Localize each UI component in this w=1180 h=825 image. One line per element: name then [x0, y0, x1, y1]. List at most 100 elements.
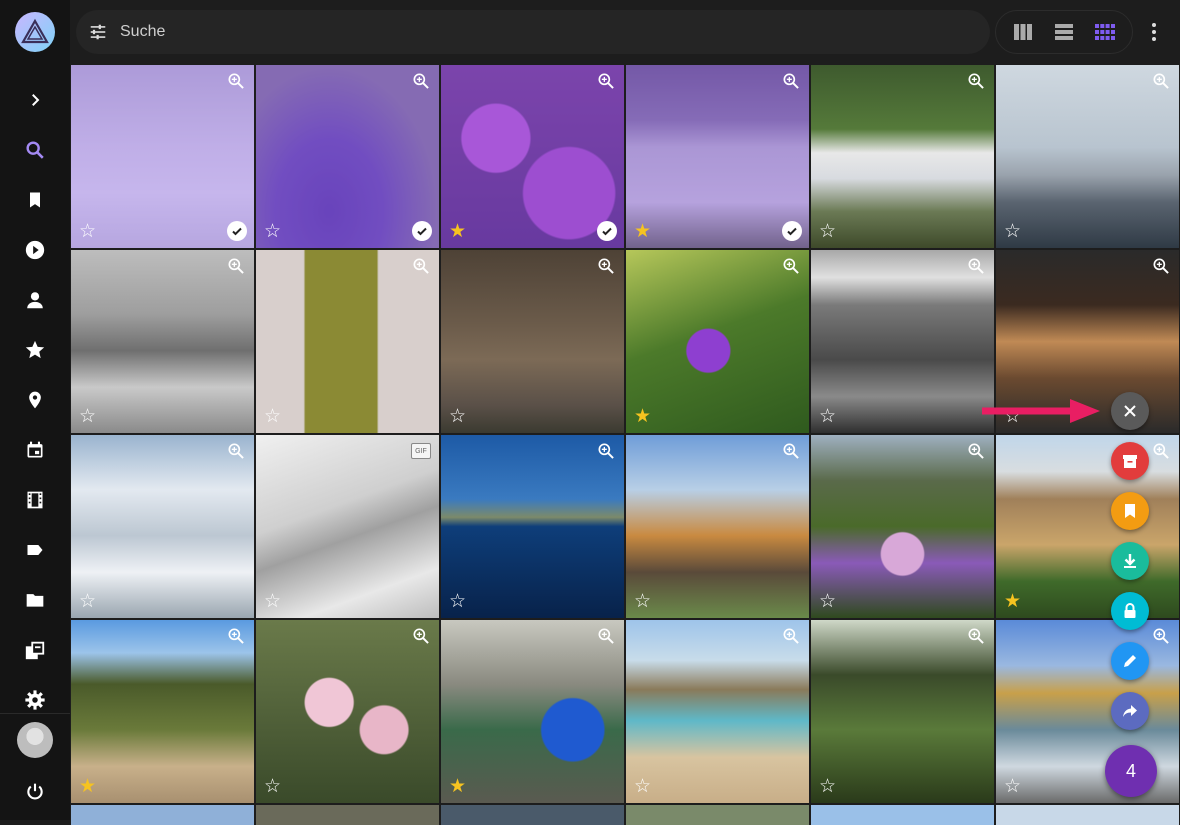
settings-icon[interactable] — [0, 680, 70, 720]
archive-button[interactable] — [1111, 442, 1149, 480]
zoom-icon[interactable] — [411, 626, 431, 646]
favorite-star-icon[interactable]: ★ — [449, 222, 466, 242]
zoom-icon[interactable] — [596, 256, 616, 276]
person-icon[interactable] — [0, 280, 70, 320]
photo-tile[interactable]: ★ — [626, 65, 809, 248]
photo-tile[interactable] — [441, 805, 624, 825]
star-outline-icon[interactable]: ☆ — [449, 592, 466, 612]
zoom-icon[interactable] — [1151, 626, 1171, 646]
logout-icon[interactable] — [0, 772, 70, 812]
download-button[interactable] — [1111, 542, 1149, 580]
zoom-icon[interactable] — [411, 256, 431, 276]
star-outline-icon[interactable]: ☆ — [819, 407, 836, 427]
photo-tile[interactable] — [811, 805, 994, 825]
location-pin-icon[interactable] — [0, 380, 70, 420]
star-outline-icon[interactable]: ☆ — [264, 777, 281, 797]
play-icon[interactable] — [0, 230, 70, 270]
photo-tile[interactable]: ☆ — [996, 65, 1179, 248]
zoom-icon[interactable] — [226, 626, 246, 646]
photo-tile[interactable]: GIF ☆ — [256, 435, 439, 618]
star-outline-icon[interactable]: ☆ — [1004, 777, 1021, 797]
zoom-icon[interactable] — [226, 441, 246, 461]
photo-tile[interactable]: ☆ — [626, 620, 809, 803]
photo-tile[interactable]: ☆ — [626, 435, 809, 618]
check-icon[interactable] — [597, 221, 617, 241]
zoom-icon[interactable] — [1151, 71, 1171, 91]
photo-tile[interactable]: ☆ — [71, 65, 254, 248]
photo-tile[interactable]: ★ — [626, 250, 809, 433]
zoom-icon[interactable] — [1151, 441, 1171, 461]
zoom-icon[interactable] — [966, 256, 986, 276]
photo-tile[interactable]: ☆ — [71, 435, 254, 618]
cards-view-icon[interactable] — [1009, 18, 1037, 46]
private-button[interactable] — [1111, 592, 1149, 630]
zoom-icon[interactable] — [1151, 256, 1171, 276]
app-logo[interactable] — [15, 12, 55, 52]
photo-tile[interactable]: ☆ — [811, 65, 994, 248]
list-view-icon[interactable] — [1050, 18, 1078, 46]
star-outline-icon[interactable]: ☆ — [264, 222, 281, 242]
library-icon[interactable] — [0, 630, 70, 670]
zoom-icon[interactable] — [226, 256, 246, 276]
photo-tile[interactable]: ★ — [996, 435, 1179, 618]
search-icon[interactable] — [0, 130, 70, 170]
filter-icon[interactable] — [76, 24, 120, 40]
star-outline-icon[interactable]: ☆ — [79, 407, 96, 427]
photo-tile[interactable]: ☆ — [256, 620, 439, 803]
zoom-icon[interactable] — [226, 71, 246, 91]
zoom-icon[interactable] — [781, 256, 801, 276]
bookmark-button[interactable] — [1111, 492, 1149, 530]
photo-tile[interactable]: ☆ — [441, 435, 624, 618]
calendar-icon[interactable] — [0, 430, 70, 470]
bookmark-icon[interactable] — [0, 180, 70, 220]
share-button[interactable] — [1111, 692, 1149, 730]
zoom-icon[interactable] — [781, 71, 801, 91]
zoom-icon[interactable] — [966, 441, 986, 461]
photo-tile[interactable]: ☆ — [441, 250, 624, 433]
photo-tile[interactable] — [71, 805, 254, 825]
photo-tile[interactable]: ☆ — [811, 435, 994, 618]
star-outline-icon[interactable]: ☆ — [634, 592, 651, 612]
photo-tile[interactable]: ☆ — [71, 250, 254, 433]
zoom-icon[interactable] — [596, 441, 616, 461]
star-outline-icon[interactable]: ☆ — [819, 222, 836, 242]
photo-tile[interactable]: ★ — [71, 620, 254, 803]
favorite-star-icon[interactable]: ★ — [79, 777, 96, 797]
favorite-star-icon[interactable]: ★ — [634, 407, 651, 427]
favorite-star-icon[interactable]: ★ — [449, 777, 466, 797]
star-outline-icon[interactable]: ☆ — [634, 777, 651, 797]
photo-tile[interactable] — [996, 805, 1179, 825]
zoom-icon[interactable] — [411, 71, 431, 91]
star-outline-icon[interactable]: ☆ — [449, 407, 466, 427]
edit-button[interactable] — [1111, 642, 1149, 680]
photo-tile[interactable] — [626, 805, 809, 825]
zoom-icon[interactable] — [596, 626, 616, 646]
favorite-star-icon[interactable]: ★ — [634, 222, 651, 242]
mosaic-view-icon[interactable] — [1091, 18, 1119, 46]
star-outline-icon[interactable]: ☆ — [819, 777, 836, 797]
favorite-star-icon[interactable]: ★ — [1004, 592, 1021, 612]
check-icon[interactable] — [227, 221, 247, 241]
star-outline-icon[interactable]: ☆ — [264, 592, 281, 612]
zoom-icon[interactable] — [966, 626, 986, 646]
clear-selection-button[interactable] — [1111, 392, 1149, 430]
photo-tile[interactable]: ☆ — [256, 65, 439, 248]
star-outline-icon[interactable]: ☆ — [819, 592, 836, 612]
avatar[interactable] — [17, 722, 53, 758]
expand-icon[interactable] — [0, 80, 70, 120]
label-icon[interactable] — [0, 530, 70, 570]
film-icon[interactable] — [0, 480, 70, 520]
photo-tile[interactable]: ★ — [441, 620, 624, 803]
check-icon[interactable] — [412, 221, 432, 241]
zoom-icon[interactable] — [781, 626, 801, 646]
photo-tile[interactable]: ☆ — [811, 620, 994, 803]
photo-tile[interactable]: ★ — [441, 65, 624, 248]
check-icon[interactable] — [782, 221, 802, 241]
search-input[interactable] — [120, 23, 920, 41]
star-icon[interactable] — [0, 330, 70, 370]
selection-count-badge[interactable]: 4 — [1105, 745, 1157, 797]
zoom-icon[interactable] — [966, 71, 986, 91]
star-outline-icon[interactable]: ☆ — [264, 407, 281, 427]
star-outline-icon[interactable]: ☆ — [79, 222, 96, 242]
zoom-icon[interactable] — [596, 71, 616, 91]
